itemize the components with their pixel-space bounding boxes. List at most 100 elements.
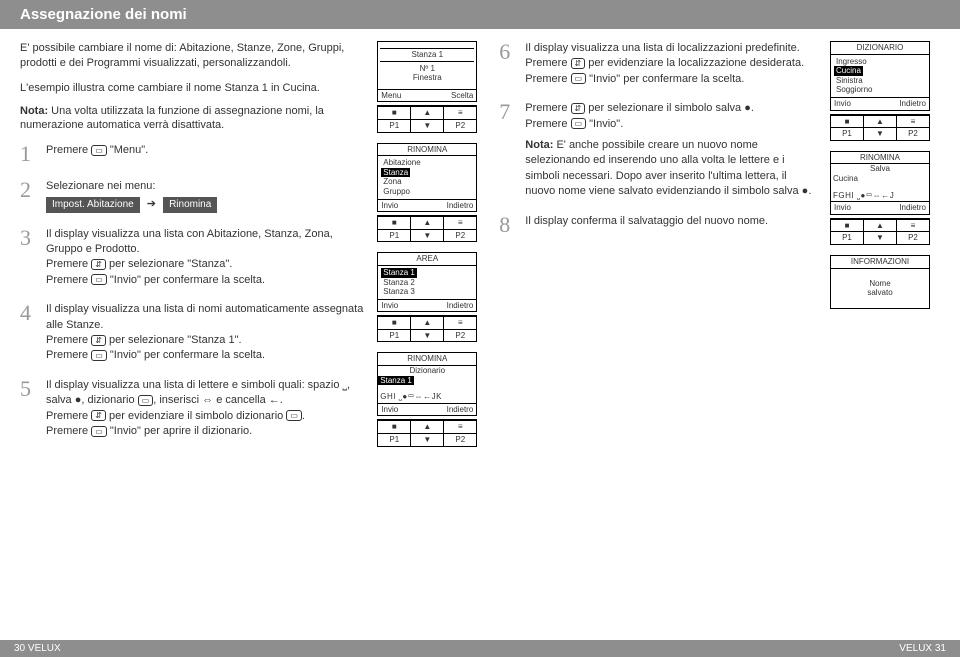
lcd-title: RINOMINA <box>378 353 476 366</box>
lcd-first: Stanza 1 Nº 1 Finestra MenuScelta ■ ▲ ≡ … <box>377 41 487 133</box>
lcd-item-selected: Stanza <box>381 168 410 178</box>
lcd-title: INFORMAZIONI <box>831 256 929 269</box>
step-number: 2 <box>20 179 36 212</box>
up-icon: ▲ <box>411 317 444 329</box>
step-text: Premere <box>46 349 91 361</box>
step-5: 5 Il display visualizza una lista di let… <box>20 378 365 440</box>
dictionary-symbol-icon: ▭ <box>286 410 302 421</box>
pause-icon: ≡ <box>444 107 476 119</box>
step-8: 8 Il display conferma il salvataggio del… <box>499 214 818 236</box>
arrow-icon: ➔ <box>147 197 156 212</box>
lcd-softlabel: Indietro <box>447 201 474 211</box>
p1-key: P1 <box>378 230 411 242</box>
step-2: 2 Selezionare nei menu: Impost. Abitazio… <box>20 179 365 212</box>
updown-button-icon: ⇵ <box>91 259 106 270</box>
down-icon: ▼ <box>411 434 444 446</box>
menu-pill: Rinomina <box>163 197 217 213</box>
lcd-softlabel: Indietro <box>447 301 474 311</box>
stop-icon: ■ <box>378 421 411 433</box>
right-column: 6 Il display visualizza una lista di loc… <box>499 41 818 457</box>
delete-symbol-icon: ← <box>269 394 280 406</box>
lcd-item: Stanza 3 <box>381 287 473 297</box>
step-text: Premere <box>525 102 570 114</box>
step-text: Premere <box>525 57 570 69</box>
p2-key: P2 <box>444 434 476 446</box>
pause-icon: ≡ <box>444 317 476 329</box>
step-body: Il display visualizza una lista di lette… <box>46 378 365 440</box>
updown-button-icon: ⇵ <box>91 335 106 346</box>
down-icon: ▼ <box>411 330 444 342</box>
step-7: 7 Premere ⇵ per selezionare il simbolo s… <box>499 101 818 199</box>
step-text: Premere <box>525 73 570 85</box>
step-text: e cancella <box>213 394 269 406</box>
step-body: Il display visualizza una lista con Abit… <box>46 227 365 289</box>
stop-icon: ■ <box>378 217 411 229</box>
page-footer: 30 VELUX VELUX 31 <box>0 640 960 657</box>
step-text: Premere <box>46 425 91 437</box>
page-number-right: VELUX 31 <box>885 640 960 657</box>
stop-icon: ■ <box>831 116 864 128</box>
step-4: 4 Il display visualizza una lista di nom… <box>20 302 365 364</box>
lcd-softlabel: Indietro <box>447 405 474 415</box>
lcd-softlabel: Indietro <box>899 203 926 213</box>
lcd-title: RINOMINA <box>378 144 476 157</box>
pause-icon: ≡ <box>444 421 476 433</box>
lcd-line: Nome <box>833 279 927 289</box>
menu-pill: Impost. Abitazione <box>46 197 140 213</box>
step-text: . <box>751 102 754 114</box>
step-body: Premere ⇵ per selezionare il simbolo sal… <box>525 101 818 199</box>
lcd-glyph-row: FGHI ⎵●▭⇔←J <box>831 190 929 202</box>
lcd-column-center: Stanza 1 Nº 1 Finestra MenuScelta ■ ▲ ≡ … <box>377 41 487 457</box>
lcd-item-selected: Stanza 1 <box>378 376 414 386</box>
note-label: Nota: <box>525 139 553 151</box>
up-icon: ▲ <box>411 421 444 433</box>
p2-key: P2 <box>897 232 929 244</box>
step-text: per selezionare "Stanza". <box>106 258 232 270</box>
left-column: E' possibile cambiare il nome di: Abitaz… <box>20 41 365 457</box>
down-icon: ▼ <box>864 232 897 244</box>
updown-button-icon: ⇵ <box>571 103 586 114</box>
updown-button-icon: ⇵ <box>91 410 106 421</box>
step-text: Premere <box>46 334 91 346</box>
lcd-line: Nº 1 <box>380 64 474 74</box>
lcd-item: Ingresso <box>834 57 926 67</box>
stop-icon: ■ <box>831 220 864 232</box>
lcd-subtitle: Salva <box>831 164 929 174</box>
lcd-item: Stanza 2 <box>381 278 473 288</box>
step-number: 7 <box>499 101 515 199</box>
note-body: E' anche possibile creare un nuovo nome … <box>525 139 801 197</box>
lcd-item: Soggiorno <box>834 85 926 95</box>
pause-icon: ≡ <box>444 217 476 229</box>
step-text: . <box>302 410 305 422</box>
enter-button-icon: ▭ <box>91 350 107 361</box>
p2-key: P2 <box>444 230 476 242</box>
step-text: Premere <box>525 118 570 130</box>
lcd-line: Finestra <box>380 73 474 83</box>
p2-key: P2 <box>444 120 476 132</box>
page-content: E' possibile cambiare il nome di: Abitaz… <box>0 29 960 457</box>
page-number-left: 30 VELUX <box>0 640 75 657</box>
lcd-item-selected: Cucina <box>834 66 863 76</box>
lcd-column-right: DIZIONARIO Ingresso Cucina Sinistra Sogg… <box>830 41 940 457</box>
step-text: per selezionare il simbolo salva <box>585 102 744 114</box>
step-text: Premere <box>46 144 91 156</box>
lcd-informazioni: INFORMAZIONI Nome salvato <box>830 255 940 309</box>
lcd-item: Sinistra <box>834 76 926 86</box>
example-text: L'esempio illustra come cambiare il nome… <box>20 81 365 96</box>
enter-button-icon: ▭ <box>91 426 107 437</box>
pause-icon: ≡ <box>897 220 929 232</box>
note-body: Una volta utilizzata la funzione di asse… <box>20 105 324 132</box>
lcd-area: AREA Stanza 1 Stanza 2 Stanza 3 InvioInd… <box>377 252 487 342</box>
note-body: . <box>808 185 811 197</box>
step-text: Premere <box>46 274 91 286</box>
stop-icon: ■ <box>378 317 411 329</box>
step-text: Il display visualizza una lista con Abit… <box>46 227 365 258</box>
note-text: Nota: Una volta utilizzata la funzione d… <box>20 104 365 134</box>
step-body: Il display visualizza una lista di local… <box>525 41 818 87</box>
step-text: "Invio". <box>586 118 623 130</box>
step-text: Selezionare nei menu: <box>46 179 365 194</box>
lcd-softlabel: Menu <box>381 91 401 101</box>
lcd-dizionario: DIZIONARIO Ingresso Cucina Sinistra Sogg… <box>830 41 940 141</box>
lcd-softlabel: Invio <box>381 201 398 211</box>
up-icon: ▲ <box>864 116 897 128</box>
